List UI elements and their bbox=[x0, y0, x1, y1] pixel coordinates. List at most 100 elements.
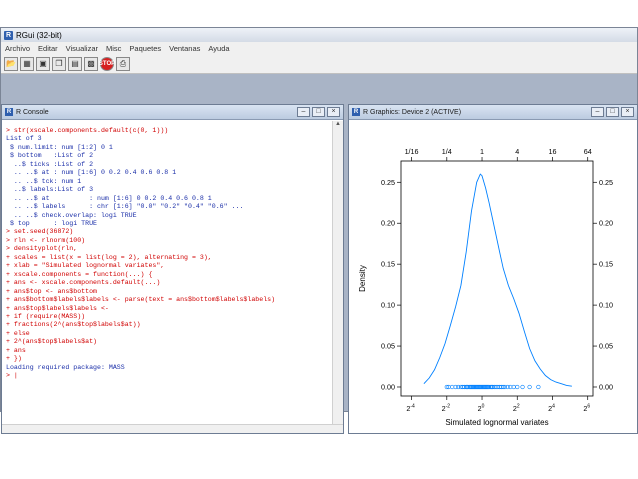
open-script-icon[interactable]: 📂 bbox=[4, 56, 18, 71]
x-tick-label-bottom: 2-2 bbox=[442, 404, 451, 414]
console-line: > rln <- rlnorm(100) bbox=[6, 236, 86, 244]
console-line: + xlab = "Simulated lognormal variates", bbox=[6, 262, 165, 270]
console-line: .. ..$ tck: num 1 bbox=[6, 177, 82, 185]
y-tick-label-left: 0.00 bbox=[381, 382, 395, 391]
r-console-icon: R bbox=[5, 108, 13, 116]
console-line: .. ..$ at : num [1:6] 0 0.2 0.4 0.6 0.8 … bbox=[6, 194, 212, 202]
console-window: R R Console – □ × > str(xscale.component… bbox=[1, 104, 344, 434]
close-button[interactable]: × bbox=[327, 107, 340, 117]
toolbar: 📂 ▦ ▣ ❐ ▤ ▩ STOP ⎙ bbox=[1, 54, 637, 74]
save-icon[interactable]: ▣ bbox=[36, 56, 50, 71]
data-point bbox=[511, 384, 516, 390]
data-point bbox=[527, 384, 532, 390]
load-workspace-icon[interactable]: ▦ bbox=[20, 56, 34, 71]
menu-archivo[interactable]: Archivo bbox=[1, 44, 34, 53]
console-line: + xscale.components = function(...) { bbox=[6, 270, 153, 278]
x-tick-label-top: 16 bbox=[548, 147, 556, 156]
console-line: $ num.limit: num [1:2] 0 1 bbox=[6, 143, 113, 151]
console-title: R Console bbox=[16, 108, 49, 116]
x-tick-label-top: 1/16 bbox=[405, 147, 419, 156]
x-tick-label-top: 1/4 bbox=[442, 147, 452, 156]
y-tick-label-left: 0.15 bbox=[381, 260, 395, 269]
rgui-window: R RGui (32-bit) Archivo Editar Visualiza… bbox=[0, 27, 638, 434]
menu-visualizar[interactable]: Visualizar bbox=[62, 44, 102, 53]
menu-misc[interactable]: Misc bbox=[102, 44, 125, 53]
x-tick-label-top: 64 bbox=[584, 147, 592, 156]
console-line: .. ..$ labels : chr [1:6] "0.0" "0.2" "0… bbox=[6, 203, 244, 211]
menu-ayuda[interactable]: Ayuda bbox=[204, 44, 233, 53]
close-button[interactable]: × bbox=[621, 107, 634, 117]
console-line: > str(xscale.components.default(c(0, 1))… bbox=[6, 127, 169, 134]
y-tick-label-left: 0.25 bbox=[381, 178, 395, 187]
x-tick-label-top: 4 bbox=[515, 147, 519, 156]
y-tick-label-left: 0.20 bbox=[381, 219, 395, 228]
console-line: List of 3 bbox=[6, 135, 42, 143]
graphics-window: R R Graphics: Device 2 (ACTIVE) – □ × 0.… bbox=[348, 104, 638, 434]
graphics-titlebar: R R Graphics: Device 2 (ACTIVE) – □ × bbox=[349, 105, 637, 120]
app-title: RGui (32-bit) bbox=[16, 30, 62, 40]
console-vertical-scrollbar[interactable]: ▲ bbox=[332, 121, 343, 426]
console-line: + }) bbox=[6, 355, 22, 363]
console-line: .. ..$ check.overlap: logi TRUE bbox=[6, 211, 137, 219]
console-line: + ans$top$labels$labels <- bbox=[6, 304, 109, 312]
maximize-button[interactable]: □ bbox=[606, 107, 619, 117]
console-line: + fractions(2^(ans$top$labels$at)) bbox=[6, 321, 141, 329]
minimize-button[interactable]: – bbox=[297, 107, 310, 117]
y-tick-label-right: 0.00 bbox=[599, 382, 613, 391]
x-tick-label-top: 1 bbox=[480, 147, 484, 156]
y-tick-label-right: 0.25 bbox=[599, 178, 613, 187]
density-plot: 0.00 0.00 0.05 0.05 0.10 0.10 0.15 0.15 0.20 0.20… bbox=[358, 147, 613, 427]
console-titlebar: R R Console – □ × bbox=[2, 105, 343, 120]
menu-paquetes[interactable]: Paquetes bbox=[125, 44, 165, 53]
y-tick-label-left: 0.10 bbox=[381, 301, 395, 310]
paste-icon[interactable]: ▤ bbox=[68, 56, 82, 71]
menu-editar[interactable]: Editar bbox=[34, 44, 62, 53]
r-graphics-icon: R bbox=[352, 108, 360, 116]
minimize-button[interactable]: – bbox=[591, 107, 604, 117]
x-tick-label-bottom: 2-4 bbox=[406, 404, 415, 414]
copy-icon[interactable]: ❐ bbox=[52, 56, 66, 71]
console-line: > set.seed(36872) bbox=[6, 228, 74, 236]
console-line: + ans <- xscale.components.default(...) bbox=[6, 279, 161, 287]
y-axis-label: Density bbox=[358, 265, 367, 292]
console-line: $ bottom :List of 2 bbox=[6, 152, 94, 160]
x-tick-label-bottom: 22 bbox=[513, 404, 520, 414]
console-line: $ top : logi TRUE bbox=[6, 219, 98, 227]
console-line: > densityplot(rln, bbox=[6, 245, 78, 253]
maximize-button[interactable]: □ bbox=[312, 107, 325, 117]
r-logo-icon: R bbox=[4, 30, 13, 40]
scroll-up-icon[interactable]: ▲ bbox=[333, 121, 343, 131]
plot-frame bbox=[400, 160, 594, 397]
density-curve bbox=[423, 173, 572, 387]
console-line: > | bbox=[6, 372, 18, 380]
stop-icon[interactable]: STOP bbox=[99, 56, 115, 71]
data-point bbox=[520, 384, 525, 390]
x-axis-label: Simulated lognormal variates bbox=[445, 418, 548, 427]
data-point bbox=[536, 384, 541, 390]
data-point bbox=[515, 384, 520, 390]
data-point bbox=[449, 384, 455, 390]
menu-ventanas[interactable]: Ventanas bbox=[165, 44, 204, 53]
data-point bbox=[508, 384, 513, 390]
console-line: .. ..$ at : num [1:6] 0 0.2 0.4 0.6 0.8 … bbox=[6, 169, 177, 177]
y-tick-label-right: 0.20 bbox=[599, 219, 613, 228]
y-tick-label-right: 0.05 bbox=[599, 342, 613, 351]
copy-paste-icon[interactable]: ▩ bbox=[84, 56, 98, 71]
console-line: + scales = list(x = list(log = 2), alter… bbox=[6, 253, 212, 261]
app-titlebar: R RGui (32-bit) bbox=[1, 28, 637, 42]
console-line: Loading required package: MASS bbox=[6, 363, 125, 371]
console-line: + 2^(ans$top$labels$at) bbox=[6, 338, 98, 346]
console-line: ..$ labels:List of 3 bbox=[6, 186, 94, 194]
console-line: + ans bbox=[6, 346, 26, 354]
y-tick-label-right: 0.10 bbox=[599, 301, 613, 310]
console-horizontal-scrollbar[interactable] bbox=[2, 424, 343, 433]
console-line: + ans$bottom$labels$labels <- parse(text… bbox=[6, 296, 276, 304]
console-line: ..$ ticks :List of 2 bbox=[6, 160, 94, 168]
menu-bar: Archivo Editar Visualizar Misc Paquetes … bbox=[1, 42, 637, 54]
y-tick-label-right: 0.15 bbox=[599, 260, 613, 269]
x-tick-label-bottom: 24 bbox=[548, 404, 555, 414]
x-tick-label-bottom: 26 bbox=[583, 404, 590, 414]
console-output[interactable]: > str(xscale.components.default(c(0, 1))… bbox=[2, 121, 332, 426]
print-icon[interactable]: ⎙ bbox=[116, 56, 130, 71]
graphics-title: R Graphics: Device 2 (ACTIVE) bbox=[363, 108, 462, 116]
